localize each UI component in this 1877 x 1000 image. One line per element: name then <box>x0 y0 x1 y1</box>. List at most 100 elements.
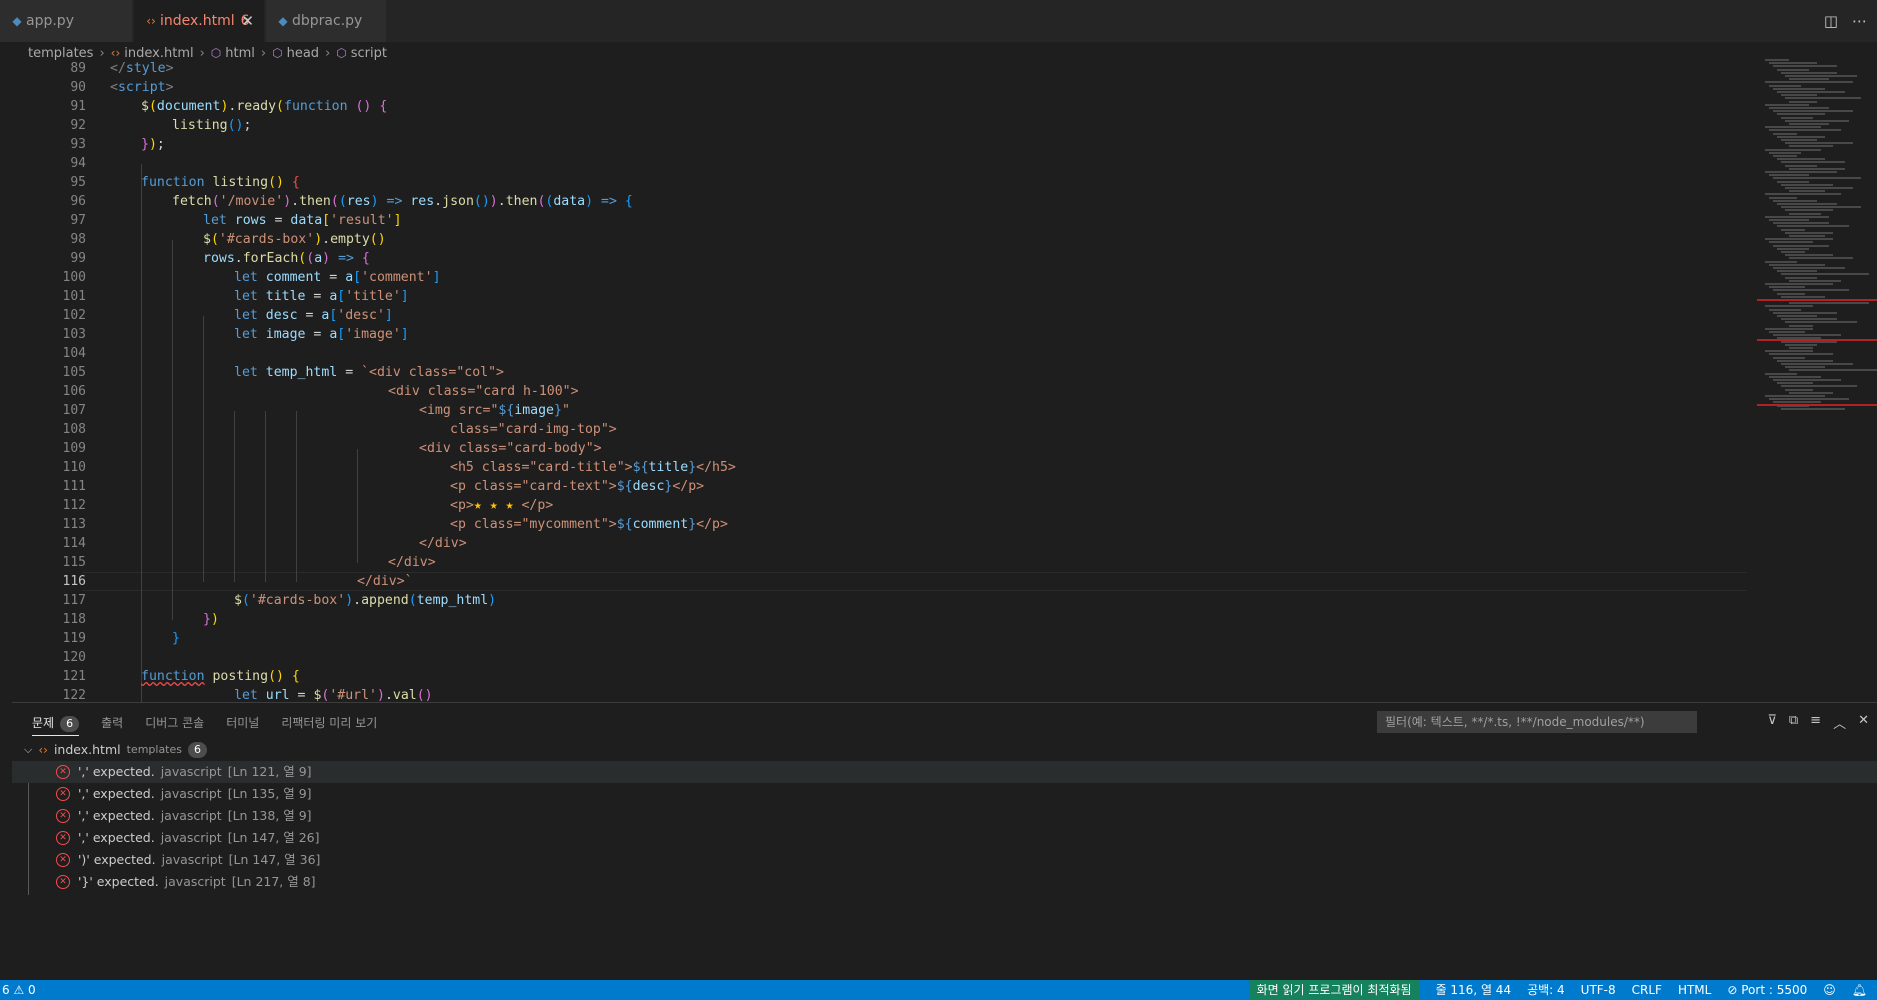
minimap-line <box>1785 388 1813 391</box>
split-editor-icon[interactable]: ◫ <box>1824 12 1838 30</box>
status-cursor-position[interactable]: 줄 116, 열 44 <box>1436 980 1512 1000</box>
problems-file-group[interactable]: ⌵ ‹› index.html templates 6 <box>24 739 207 761</box>
status-encoding[interactable]: UTF-8 <box>1581 980 1616 1000</box>
status-problems[interactable]: 6 ⚠ 0 <box>0 980 36 1000</box>
tab-bar: ◆ app.py ‹› index.html 6 ✕ ◆ dbprac.py ◫… <box>0 0 1877 42</box>
minimap-line <box>1781 116 1813 119</box>
code-line: $('#cards-box').append(temp_html) <box>234 593 497 608</box>
feedback-icon[interactable]: ☺ <box>1823 980 1836 1000</box>
bottom-panel: 문제 6 출력 디버그 콘솔 터미널 리팩터링 미리 보기 필터(예: 텍스트, … <box>12 702 1877 981</box>
minimap-line <box>1765 103 1809 106</box>
minimap-line <box>1769 398 1849 401</box>
status-live-server[interactable]: ⊘ Port : 5500 <box>1727 980 1807 1000</box>
status-indentation[interactable]: 공백: 4 <box>1527 980 1565 1000</box>
minimap-line <box>1765 350 1813 353</box>
minimap-line <box>1765 260 1797 263</box>
problems-filter-input[interactable]: 필터(예: 텍스트, **/*.ts, !**/node_modules/**) <box>1377 711 1697 733</box>
minimap-line <box>1789 78 1829 81</box>
group-count-badge: 6 <box>188 742 207 758</box>
minimap-line <box>1777 68 1809 71</box>
more-actions-icon[interactable]: ⋯ <box>1852 12 1867 30</box>
problem-row[interactable]: ✕ ',' expected. javascript [Ln 121, 열 9] <box>12 761 1877 783</box>
minimap-line <box>1785 321 1857 324</box>
tab-problems[interactable]: 문제 6 <box>32 711 80 736</box>
view-as-list-icon[interactable]: ≡ <box>1810 713 1821 732</box>
html-icon: ‹› <box>110 46 121 60</box>
line-number: 121 <box>62 669 86 684</box>
minimap-line <box>1781 251 1805 253</box>
filter-icon[interactable]: ⊽ <box>1767 713 1777 732</box>
minimap-line <box>1773 132 1797 135</box>
status-screen-reader[interactable]: 화면 읽기 프로그램이 최적화됨 <box>1248 980 1420 1000</box>
html-icon: ‹› <box>38 743 48 757</box>
status-right: 화면 읽기 프로그램이 최적화됨 줄 116, 열 44 공백: 4 UTF-8… <box>1248 980 1867 1000</box>
indent-guide <box>172 240 173 620</box>
close-panel-icon[interactable]: ✕ <box>1858 713 1869 732</box>
problem-text: '}' expected. javascript [Ln 217, 열 8] <box>78 871 316 893</box>
tab-refactor-preview[interactable]: 리팩터링 미리 보기 <box>281 711 377 735</box>
minimap-line <box>1769 286 1805 289</box>
code-line: let desc = a['desc'] <box>234 308 393 323</box>
minimap-line <box>1789 391 1833 394</box>
problem-source: javascript <box>160 808 222 823</box>
close-icon[interactable]: ✕ <box>241 12 254 30</box>
line-number: 120 <box>62 650 86 665</box>
line-number: 117 <box>62 593 86 608</box>
tab-dbprac-py[interactable]: ◆ dbprac.py <box>266 0 386 42</box>
minimap-line <box>1773 199 1817 202</box>
problem-location: [Ln 217, 열 8] <box>231 874 316 889</box>
editor-actions: ◫ ⋯ <box>1824 12 1867 30</box>
tab-terminal[interactable]: 터미널 <box>226 711 259 735</box>
problem-row[interactable]: ✕ ',' expected. javascript [Ln 135, 열 9] <box>12 783 1877 805</box>
code-line: <p class="card-text">${desc}</p> <box>450 479 705 494</box>
minimap-line <box>1777 359 1833 362</box>
minimap-line <box>1777 292 1805 295</box>
tab-output[interactable]: 출력 <box>101 711 123 735</box>
minimap-line <box>1781 206 1861 209</box>
group-file-name: index.html <box>53 742 121 757</box>
minimap-line <box>1777 270 1817 273</box>
problem-row[interactable]: ✕ '}' expected. javascript [Ln 217, 열 8] <box>12 871 1877 893</box>
tab-index-html[interactable]: ‹› index.html 6 ✕ <box>134 0 264 42</box>
status-language[interactable]: HTML <box>1678 980 1711 1000</box>
code-editor[interactable]: 89 90 91 92 93 94 95 96 97 98 99 100 101 102 103 104 105… <box>0 59 1877 702</box>
minimap-line <box>1785 119 1849 122</box>
problem-row[interactable]: ✕ ',' expected. javascript [Ln 147, 열 26] <box>12 827 1877 849</box>
minimap-line <box>1769 331 1805 333</box>
problem-message: ',' expected. <box>78 764 155 779</box>
tab-app-py[interactable]: ◆ app.py <box>0 0 132 42</box>
code-line: <p class="mycomment">${comment}</p> <box>450 517 728 532</box>
collapse-all-icon[interactable]: ⧉ <box>1789 713 1798 732</box>
status-eol[interactable]: CRLF <box>1632 980 1662 1000</box>
minimap-line <box>1789 212 1821 215</box>
problem-row[interactable]: ✕ ',' expected. javascript [Ln 138, 열 9] <box>12 805 1877 827</box>
minimap-line <box>1789 190 1825 193</box>
minimap-line <box>1773 222 1829 225</box>
minimap-line <box>1789 347 1813 349</box>
minimap[interactable] <box>1757 59 1877 419</box>
minimap-line <box>1781 71 1837 74</box>
maximize-panel-icon[interactable]: ︿ <box>1833 713 1846 732</box>
minimap-line <box>1769 308 1801 311</box>
minimap-line <box>1765 238 1833 241</box>
minimap-line <box>1773 334 1841 337</box>
problem-source: javascript <box>160 764 222 779</box>
minimap-line <box>1777 382 1813 385</box>
line-number: 104 <box>62 346 86 361</box>
notifications-icon[interactable]: 🔔︎ <box>1852 980 1867 1000</box>
minimap-line <box>1785 366 1825 369</box>
tab-debug-console[interactable]: 디버그 콘솔 <box>145 711 204 735</box>
problem-location: [Ln 147, 열 36] <box>228 852 321 867</box>
minimap-line <box>1781 363 1853 365</box>
code-line: let title = a['title'] <box>234 289 409 304</box>
code-line: </div> <box>419 536 467 551</box>
minimap-line <box>1769 241 1813 244</box>
minimap-line <box>1789 100 1817 103</box>
symbol-icon: ⬡ <box>272 46 283 60</box>
tab-label: 디버그 콘솔 <box>145 716 205 730</box>
problem-row[interactable]: ✕ ')' expected. javascript [Ln 147, 열 36] <box>12 849 1877 871</box>
minimap-line <box>1785 276 1817 279</box>
line-number: 110 <box>62 460 86 475</box>
code-line: </div> <box>388 555 436 570</box>
code-area[interactable]: </style> <script> $(document).ready(func… <box>110 59 1747 702</box>
